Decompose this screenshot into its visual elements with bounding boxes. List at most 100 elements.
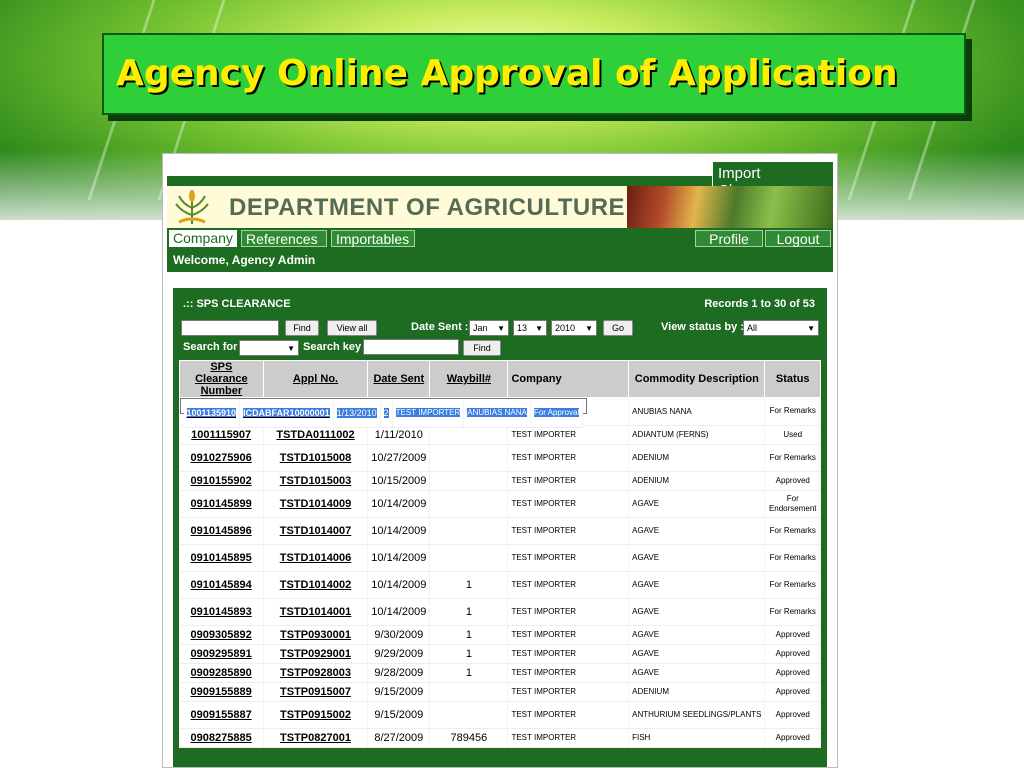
commodity-cell: AGAVE [628,517,766,545]
col-company-header: Company [507,360,630,398]
table-row[interactable]: 0909155889 TSTP0915007 9/15/2009 TEST IMPOR… [179,682,821,702]
sps-number-link[interactable]: 0910145899 [179,490,264,518]
chevron-down-icon: ▼ [535,324,543,333]
col-commodity-header: Commodity Description [628,360,766,398]
appl-number-link[interactable]: TSTD1014007 [263,517,369,545]
appl-number-link[interactable]: TSTP0929001 [263,644,369,664]
status-cell: Approved [764,682,821,702]
appl-number-link[interactable]: TSTD1014002 [263,571,369,599]
welcome-message: Welcome, Agency Admin [167,248,833,272]
table-row[interactable]: 0910145894 TSTD1014002 10/14/2009 1 TEST IMP… [179,571,821,599]
profile-button[interactable]: Profile [695,230,763,247]
appl-number-link[interactable]: TSTP0915007 [263,682,369,702]
view-all-button[interactable]: View all [327,320,377,336]
sps-number-link[interactable]: 1001115907 [179,425,264,445]
table-row[interactable]: 1001115907 TSTDA0111002 1/11/2010 TEST IMPO… [179,425,821,445]
appl-number-link[interactable]: TSTP0827001 [263,728,369,748]
commodity-cell: ADENIUM [628,682,766,702]
search-for-select[interactable]: ▼ [239,340,299,356]
table-row[interactable]: 0910145896 TSTD1014007 10/14/2009 TEST IMPO… [179,517,821,545]
search-find-button[interactable]: Find [463,340,501,356]
table-row[interactable]: 0910145893 TSTD1014001 10/14/2009 1 TEST IMP… [179,598,821,626]
appl-number-link[interactable]: TSTD1014001 [263,598,369,626]
table-row[interactable]: 0909305892 TSTP0930001 9/30/2009 1 TEST IMPO… [179,625,821,645]
sps-number-link[interactable]: 0910275906 [179,444,264,472]
date-sent-cell: 9/30/2009 [367,625,431,645]
day-select[interactable]: 13 ▼ [513,320,547,336]
sps-number-link[interactable]: 0909305892 [179,625,264,645]
status-cell: For Remarks [764,544,821,572]
waybill-cell [429,444,509,472]
appl-number-link[interactable]: TSTP0928003 [263,663,369,683]
sps-number-link[interactable]: 0909155887 [179,701,264,729]
company-cell: TEST IMPORTER [507,544,630,572]
table-row[interactable]: 1001135910 ICDABFAR10000001 1/13/2010 2 TEST… [179,398,588,428]
tab-importables[interactable]: Importables [331,230,415,247]
appl-number-link[interactable]: TSTD1014009 [263,490,369,518]
sps-number-link[interactable]: 0910145896 [179,517,264,545]
status-cell: Approved [764,644,821,664]
sps-number-link[interactable]: 0910145893 [179,598,264,626]
table-row[interactable]: 0910145895 TSTD1014006 10/14/2009 TEST IMPO… [179,544,821,572]
date-sent-cell: 10/14/2009 [367,571,431,599]
find-input[interactable] [181,320,279,336]
sps-number-link[interactable]: 0909295891 [179,644,264,664]
col-status-header: Status [764,360,821,398]
import-clearance-link[interactable]: Import Clearance [712,162,833,199]
search-key-input[interactable] [363,339,459,355]
slide-title: Agency Online Approval of Application [116,53,898,94]
top-strip-bar [167,176,712,186]
sps-number-link[interactable]: 1001135910 [183,400,241,428]
waybill-cell: 1 [429,571,509,599]
find-button[interactable]: Find [285,320,319,336]
tab-references[interactable]: References [241,230,327,247]
sps-number-link[interactable]: 0909285890 [179,663,264,683]
appl-number-link[interactable]: TSTP0930001 [263,625,369,645]
table-row[interactable]: 0908275885 TSTP0827001 8/27/2009 789456 TEST… [179,728,821,748]
table-row[interactable]: 0909285890 TSTP0928003 9/28/2009 1 TEST IMPO… [179,663,821,683]
date-sent-cell: 10/14/2009 [367,490,431,518]
date-sent-cell: 9/15/2009 [367,701,431,729]
col-sps-header[interactable]: SPS Clearance Number [179,360,264,398]
commodity-cell: AGAVE [628,625,766,645]
year-select[interactable]: 2010 ▼ [551,320,597,336]
date-sent-label: Date Sent : [411,321,469,333]
status-cell: For Remarks [764,571,821,599]
company-cell: TEST IMPORTER [507,644,630,664]
table-row[interactable]: 0910145899 TSTD1014009 10/14/2009 TEST IMPO… [179,490,821,518]
status-cell: Approved [764,625,821,645]
sps-number-link[interactable]: 0908275885 [179,728,264,748]
sps-number-link[interactable]: 0910145894 [179,571,264,599]
month-select[interactable]: Jan ▼ [469,320,509,336]
waybill-cell: 789456 [429,728,509,748]
status-cell: For Approval [530,400,584,428]
logout-button[interactable]: Logout [765,230,831,247]
tab-company[interactable]: Company [169,230,237,247]
appl-number-link[interactable]: ICDABFAR10000001 [239,400,334,428]
waybill-cell: 1 [429,663,509,683]
sps-number-link[interactable]: 0910145895 [179,544,264,572]
table-row[interactable]: 0910275906 TSTD1015008 10/27/2009 TEST IMPO… [179,444,821,472]
appl-number-link[interactable]: TSTDA0111002 [263,425,369,445]
go-button[interactable]: Go [603,320,633,336]
table-row[interactable]: 0909155887 TSTP0915002 9/15/2009 TEST IMPOR… [179,701,821,729]
table-row[interactable]: 0909295891 TSTP0929001 9/29/2009 1 TEST IMPO… [179,644,821,664]
appl-number-link[interactable]: TSTD1014006 [263,544,369,572]
sps-number-link[interactable]: 0910155902 [179,471,264,491]
status-cell: Approved [764,471,821,491]
appl-number-link[interactable]: TSTD1015008 [263,444,369,472]
col-date-header[interactable]: Date Sent [367,360,431,398]
table-row[interactable]: 0910155902 TSTD1015003 10/15/2009 TEST IMPO… [179,471,821,491]
status-filter-select[interactable]: All ▼ [743,320,819,336]
date-sent-cell: 10/14/2009 [367,598,431,626]
appl-number-link[interactable]: TSTP0915002 [263,701,369,729]
company-cell: TEST IMPORTER [507,682,630,702]
appl-number-link[interactable]: TSTD1015003 [263,471,369,491]
records-count: Records 1 to 30 of 53 [704,298,815,310]
col-appl-header[interactable]: Appl No. [262,360,369,398]
date-sent-cell: 10/27/2009 [367,444,431,472]
col-waybill-header[interactable]: Waybill# [429,360,509,398]
sps-number-link[interactable]: 0909155889 [179,682,264,702]
view-status-label: View status by : [661,321,744,333]
commodity-cell: AGAVE [628,598,766,626]
